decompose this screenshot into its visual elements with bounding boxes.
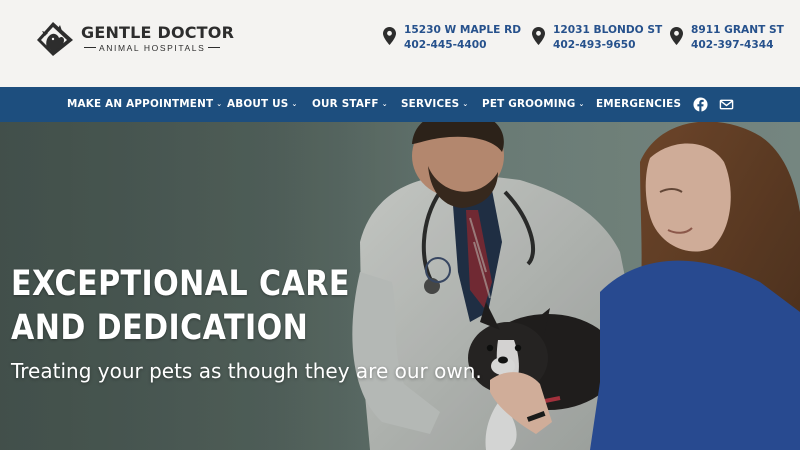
hero-subtitle: Treating your pets as though they are ou… xyxy=(11,359,482,383)
location-grant[interactable]: 8911 GRANT ST 402-397-4344 xyxy=(670,23,784,53)
location-phone[interactable]: 402-445-4400 xyxy=(404,38,521,53)
chevron-down-icon: ⌄ xyxy=(291,100,298,108)
location-maple[interactable]: 15230 W MAPLE RD 402-445-4400 xyxy=(383,23,521,53)
map-pin-icon xyxy=(670,27,683,45)
main-nav: MAKE AN APPOINTMENT ⌄ ABOUT US ⌄ OUR STAFF… xyxy=(0,87,800,122)
brand-tagline: ANIMAL HOSPITALS xyxy=(81,43,234,53)
hero-title: EXCEPTIONAL CARE AND DEDICATION xyxy=(11,264,350,348)
hero-banner: EXCEPTIONAL CARE AND DEDICATION Treating… xyxy=(0,122,800,450)
chevron-down-icon: ⌄ xyxy=(216,100,223,108)
email-icon[interactable] xyxy=(719,97,734,112)
nav-item-pet-grooming[interactable]: PET GROOMING ⌄ xyxy=(482,87,585,122)
facebook-icon[interactable] xyxy=(693,97,708,112)
brand-name: GENTLE DOCTOR xyxy=(81,22,235,42)
nav-item-services[interactable]: SERVICES ⌄ xyxy=(401,87,468,122)
location-address: 15230 W MAPLE RD xyxy=(404,24,522,36)
nav-item-our-staff[interactable]: OUR STAFF ⌄ xyxy=(312,87,388,122)
location-address: 8911 GRANT ST xyxy=(691,24,784,36)
chevron-down-icon: ⌄ xyxy=(578,100,585,108)
location-blondo[interactable]: 12031 BLONDO ST 402-493-9650 xyxy=(532,23,662,53)
map-pin-icon xyxy=(532,27,545,45)
chevron-down-icon: ⌄ xyxy=(462,100,469,108)
chevron-down-icon: ⌄ xyxy=(381,100,388,108)
map-pin-icon xyxy=(383,27,396,45)
site-header: GENTLE DOCTOR ANIMAL HOSPITALS 15230 W M… xyxy=(0,0,800,87)
nav-item-make-appointment[interactable]: MAKE AN APPOINTMENT ⌄ xyxy=(67,87,222,122)
site-logo[interactable]: GENTLE DOCTOR ANIMAL HOSPITALS xyxy=(33,17,234,59)
location-address: 12031 BLONDO ST xyxy=(553,24,663,36)
nav-item-emergencies[interactable]: EMERGENCIES xyxy=(596,87,681,122)
logo-dog-cat-icon xyxy=(37,22,73,56)
nav-item-about-us[interactable]: ABOUT US ⌄ xyxy=(227,87,298,122)
location-phone[interactable]: 402-493-9650 xyxy=(553,38,662,53)
location-phone[interactable]: 402-397-4344 xyxy=(691,38,784,53)
